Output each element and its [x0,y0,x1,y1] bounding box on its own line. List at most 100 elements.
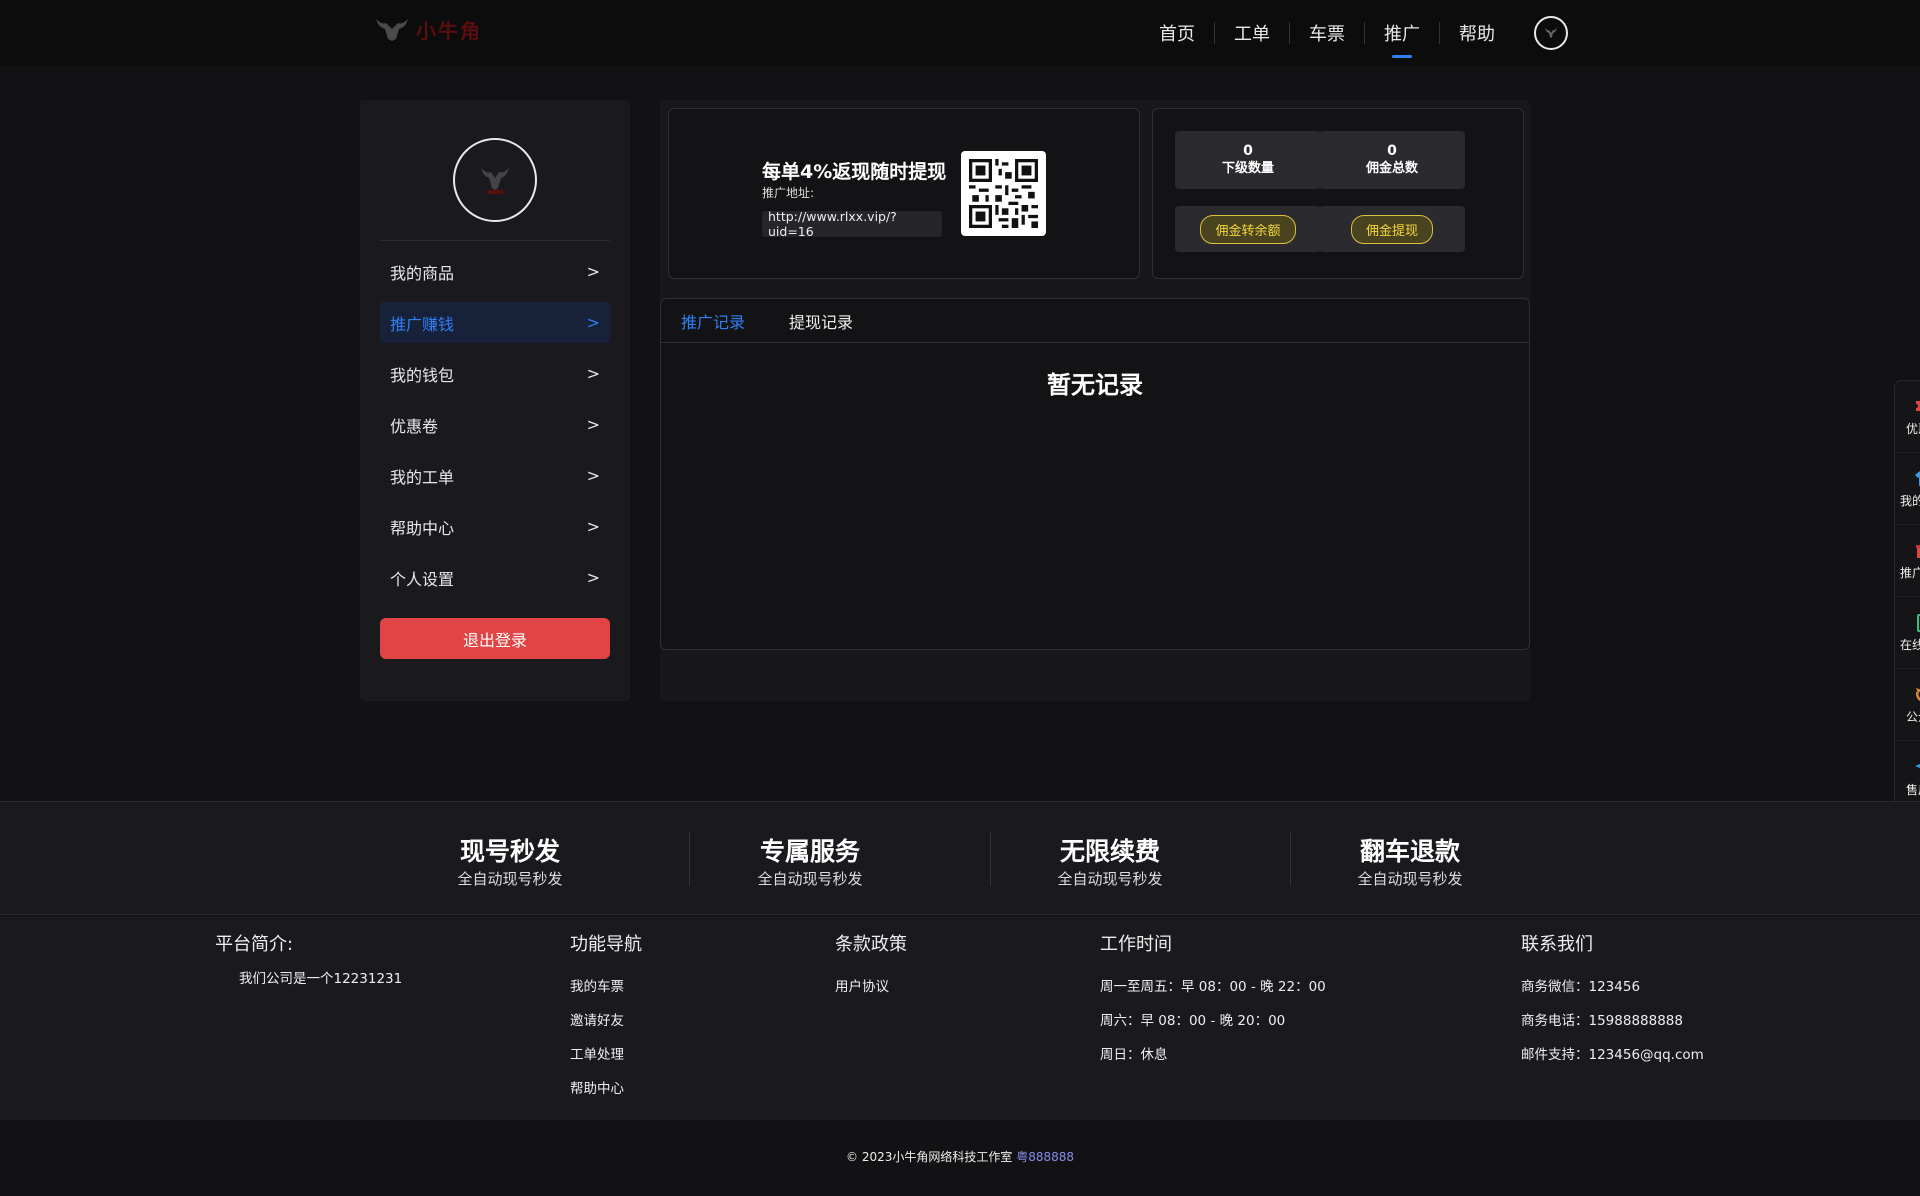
quick-link-my-products[interactable]: 我的商品 [1895,453,1920,525]
sub-count-value: 0 [1243,143,1253,159]
footer-hours: 工作时间 周一至周五：早 08：00 - 晚 22：00 周六：早 08：00 … [1100,930,1326,1065]
sub-count-stat: 0 下级数量 [1175,131,1321,189]
footer-link-my-tickets[interactable]: 我的车票 [570,978,642,997]
footer-contact-title: 联系我们 [1521,934,1593,955]
nav-promotion[interactable]: 推广 [1365,20,1439,46]
feature-title: 翻车退款 [1359,837,1460,866]
sidebar-item-my-products[interactable]: 我的商品 > [380,251,610,292]
tab-withdraw-records[interactable]: 提现记录 [789,309,853,333]
sidebar-item-label: 我的商品 [390,263,455,283]
footer-hours-line: 周日：休息 [1100,1047,1168,1063]
quick-link-coupons[interactable]: 优惠卷 [1895,381,1920,453]
quick-link-label: 售后群 [1905,782,1920,797]
sidebar-item-help-center[interactable]: 帮助中心 > [380,506,610,547]
gift-icon [1916,545,1920,558]
logo-text: 小牛角 [416,18,482,43]
nav-help[interactable]: 帮助 [1440,20,1514,46]
quick-link-label: 公众号 [1905,710,1920,724]
quick-link-label: 在线工单 [1899,638,1920,652]
nav-home[interactable]: 首页 [1140,20,1214,46]
sub-count-label: 下级数量 [1221,161,1274,176]
bull-logo-icon [376,19,408,41]
main-panel: 每单4%返现随时提现 推广地址: http://www.rlxx.vip/?ui… [660,100,1530,701]
bull-avatar-icon [1545,28,1557,38]
commission-stats-card: 0 下级数量 0 佣金总数 佣金转余额 佣金提现 [1152,108,1524,279]
footer-link-user-agreement[interactable]: 用户协议 [835,978,907,997]
records-tabs: 推广记录 提现记录 [661,299,1529,343]
chevron-right-icon: > [586,313,600,332]
feature-title: 无限续费 [1059,837,1160,866]
copyright-bar: © 2023小牛角网络科技工作室 粤888888 [0,1148,1920,1165]
feature-subtitle: 全自动现号秒发 [1057,870,1163,888]
logout-button[interactable]: 退出登录 [380,618,610,659]
shirt-icon [1915,471,1920,486]
sidebar-item-settings[interactable]: 个人设置 > [380,557,610,598]
quick-link-label: 推广返现 [1899,566,1920,580]
chevron-right-icon: > [586,415,600,434]
promo-url-field[interactable]: http://www.rlxx.vip/?uid=16 [762,209,942,239]
refresh-icon [1915,688,1920,702]
footer-contact: 联系我们 商务微信：123456 商务电话：15988888888 邮件支持：1… [1521,930,1704,1065]
commission-total-stat: 0 佣金总数 [1319,131,1465,189]
feature-item: 现号秒发 全自动现号秒发 [360,832,660,889]
sidebar-divider [380,240,610,241]
copyright-text: © 2023小牛角网络科技工作室 [846,1150,1013,1164]
nav-car-ticket[interactable]: 车票 [1290,20,1364,46]
commission-total-label: 佣金总数 [1365,161,1418,176]
footer-link-invite-friends[interactable]: 邀请好友 [570,1012,642,1031]
quick-link-promo-cashback[interactable]: 推广返现 [1895,525,1920,597]
tab-promotion-records[interactable]: 推广记录 [681,309,745,333]
qr-code-icon [969,159,1038,228]
records-panel: 推广记录 提现记录 暂无记录 [660,298,1530,650]
icp-license-link[interactable]: 粤888888 [1016,1150,1074,1164]
sidebar-item-label: 我的工单 [390,467,455,487]
withdraw-commission-button[interactable]: 佣金提现 [1350,214,1433,244]
feature-subtitle: 全自动现号秒发 [1357,870,1463,888]
sidebar-item-promotion[interactable]: 推广赚钱 > [380,302,610,343]
footer-link-ticket-processing[interactable]: 工单处理 [570,1046,642,1065]
promo-card: 每单4%返现随时提现 推广地址: http://www.rlxx.vip/?ui… [668,108,1140,279]
quick-link-online-ticket[interactable]: 在线工单 [1895,597,1920,669]
transfer-to-balance-button[interactable]: 佣金转余额 [1200,214,1296,244]
footer-contact-email: 邮件支持：123456@qq.com [1521,1047,1704,1063]
chevron-right-icon: > [586,466,600,485]
feature-item: 翻车退款 全自动现号秒发 [1260,832,1560,889]
feature-item: 无限续费 全自动现号秒发 [960,832,1260,889]
footer-nav: 功能导航 我的车票 邀请好友 工单处理 帮助中心 [570,930,642,1099]
sidebar-item-my-tickets[interactable]: 我的工单 > [380,455,610,496]
chevron-right-icon: > [586,568,600,587]
sidebar-item-label: 帮助中心 [390,518,455,538]
chevron-right-icon: > [586,262,600,281]
footer-hours-line: 周一至周五：早 08：00 - 晚 22：00 [1100,979,1326,995]
profile-avatar[interactable] [453,138,537,222]
transfer-wrap: 佣金转余额 [1175,206,1321,252]
main-nav: 首页 工单 车票 推广 帮助 [1140,12,1568,54]
floating-quick-links: 优惠卷 我的商品 推广返现 在线工单 公众号 售后群 [1894,380,1920,816]
chevron-right-icon: > [586,517,600,536]
quick-link-official-account[interactable]: 公众号 [1895,669,1920,741]
quick-link-label: 我的商品 [1899,494,1920,508]
sidebar-item-coupons[interactable]: 优惠卷 > [380,404,610,445]
commission-total-value: 0 [1387,143,1397,159]
sidebar-item-wallet[interactable]: 我的钱包 > [380,353,610,394]
sidebar-item-label: 个人设置 [390,569,455,589]
qr-code [961,151,1046,236]
site-logo[interactable]: 小牛角 [372,14,487,44]
nav-tickets[interactable]: 工单 [1215,20,1289,46]
site-footer: 平台简介: 我们公司是一个12231231 功能导航 我的车票 邀请好友 工单处… [0,916,1920,1120]
user-avatar[interactable] [1534,16,1568,50]
promo-title: 每单4%返现随时提现 [762,161,947,183]
top-header: 小牛角 首页 工单 车票 推广 帮助 [0,0,1920,66]
withdraw-wrap: 佣金提现 [1319,206,1465,252]
footer-hours-line: 周六：早 08：00 - 晚 20：00 [1100,1013,1286,1029]
feature-title: 专属服务 [759,837,860,866]
footer-hours-title: 工作时间 [1100,934,1172,955]
user-sidebar: 我的商品 > 推广赚钱 > 我的钱包 > 优惠卷 > 我的工单 > 帮助中心 > 个人设置 >… [360,100,630,701]
footer-intro-text: 我们公司是一个12231231 [239,971,403,987]
empty-state-text: 暂无记录 [1047,371,1143,399]
footer-link-help-center[interactable]: 帮助中心 [570,1080,642,1099]
clipboard-icon [1917,614,1920,632]
footer-contact-wechat: 商务微信：123456 [1521,979,1641,995]
sidebar-menu: 我的商品 > 推广赚钱 > 我的钱包 > 优惠卷 > 我的工单 > 帮助中心 > 个人设置 > [380,251,610,608]
chevron-right-icon: > [586,364,600,383]
